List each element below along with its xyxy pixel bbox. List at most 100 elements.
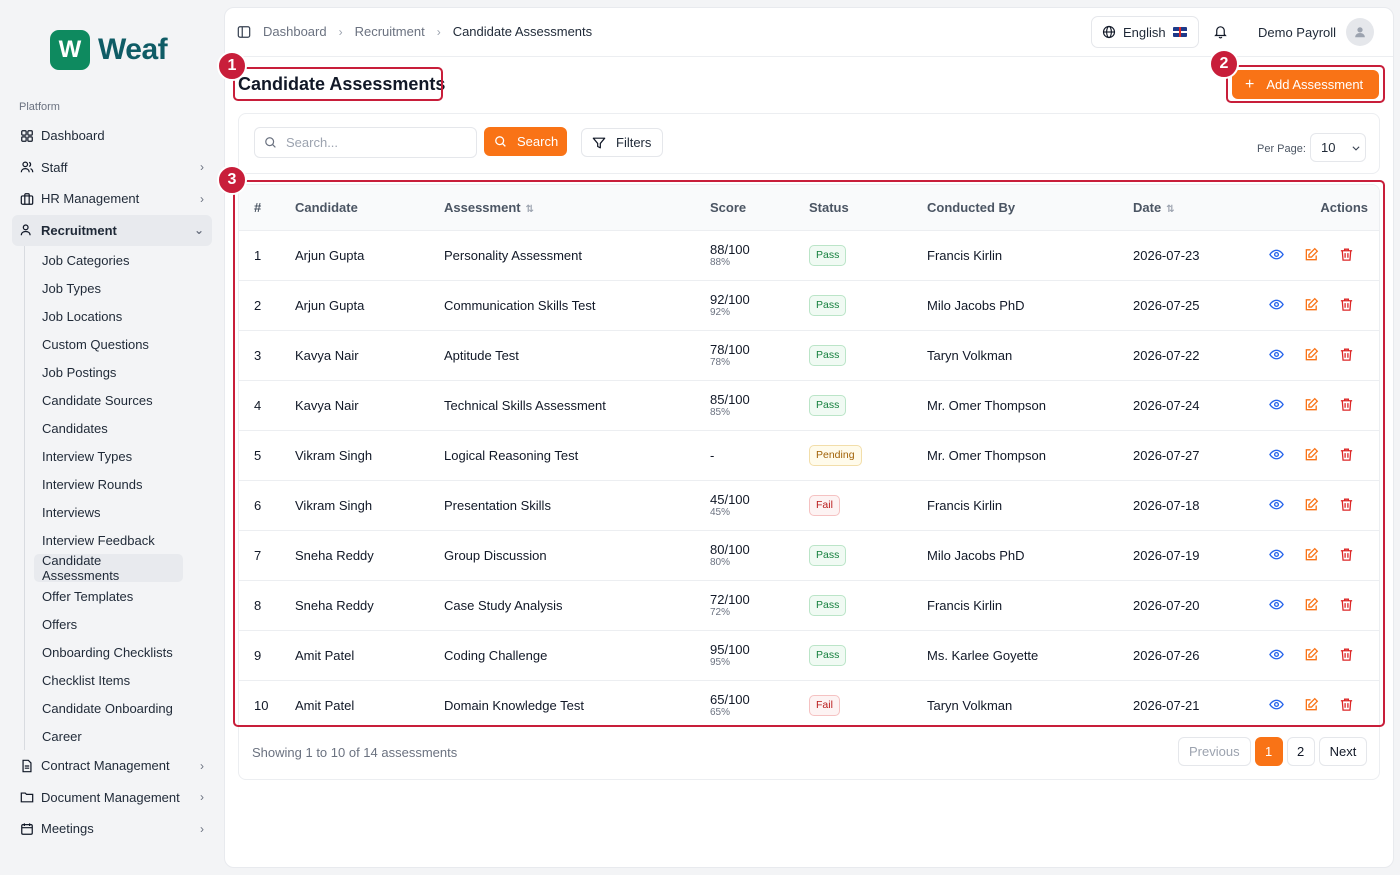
plus-icon: + xyxy=(1245,75,1255,93)
edit-icon[interactable] xyxy=(1304,597,1320,613)
table-row: 2 Arjun Gupta Communication Skills Test 92/… xyxy=(239,279,1379,330)
breadcrumb: Dashboard › Recruitment › Candidate Asse… xyxy=(263,24,592,39)
view-eye-icon[interactable] xyxy=(1269,597,1285,613)
view-eye-icon[interactable] xyxy=(1269,397,1285,413)
page-1-button[interactable]: 1 xyxy=(1254,737,1283,766)
column-header-date-label: Date xyxy=(1133,199,1162,215)
column-header-assessment[interactable]: Assessment ⇅ xyxy=(444,185,710,230)
edit-icon[interactable] xyxy=(1304,497,1320,513)
sidebar-subitem-job-types[interactable]: Job Types xyxy=(34,274,212,302)
delete-trash-icon[interactable] xyxy=(1339,447,1355,463)
delete-trash-icon[interactable] xyxy=(1339,647,1355,663)
column-header-date[interactable]: Date ⇅ xyxy=(1133,185,1266,230)
sidebar-subitem-career[interactable]: Career xyxy=(34,722,212,750)
delete-trash-icon[interactable] xyxy=(1339,697,1355,713)
filters-button[interactable]: Filters xyxy=(581,128,663,157)
sidebar-subitem-offer-templates[interactable]: Offer Templates xyxy=(34,582,212,610)
sidebar-subitem-job-postings[interactable]: Job Postings xyxy=(34,358,212,386)
edit-icon[interactable] xyxy=(1304,297,1320,313)
sort-icon: ⇅ xyxy=(525,203,534,215)
cell-actions xyxy=(1266,229,1379,280)
sidebar-item-contract-management[interactable]: Contract Management › xyxy=(12,750,212,782)
sidebar-item-document-management[interactable]: Document Management › xyxy=(12,782,212,814)
sidebar-subitem-candidates[interactable]: Candidates xyxy=(34,414,212,442)
edit-icon[interactable] xyxy=(1304,397,1320,413)
logo[interactable]: W Weaf xyxy=(50,30,168,70)
cell-conducted-by: Ms. Karlee Goyette xyxy=(927,629,1133,680)
cell-candidate: Arjun Gupta xyxy=(295,279,444,330)
sidebar-toggle-icon[interactable] xyxy=(237,25,251,39)
sidebar-subitem-candidate-sources[interactable]: Candidate Sources xyxy=(34,386,212,414)
sidebar-subitem-checklist-items[interactable]: Checklist Items xyxy=(34,666,212,694)
pagination: Previous 1 2 Next xyxy=(1178,737,1368,766)
edit-icon[interactable] xyxy=(1304,697,1320,713)
cell-date: 2026-07-26 xyxy=(1133,629,1266,680)
delete-trash-icon[interactable] xyxy=(1339,397,1355,413)
sidebar-subitem-candidate-onboarding[interactable]: Candidate Onboarding xyxy=(34,694,212,722)
search-input[interactable] xyxy=(286,135,466,150)
cell-score: 72/100 72% xyxy=(710,579,809,630)
view-eye-icon[interactable] xyxy=(1269,697,1285,713)
delete-trash-icon[interactable] xyxy=(1339,597,1355,613)
sidebar-subitem-onboarding-checklists[interactable]: Onboarding Checklists xyxy=(34,638,212,666)
delete-trash-icon[interactable] xyxy=(1339,247,1355,263)
cell-conducted-by: Taryn Volkman xyxy=(927,679,1133,730)
bell-icon[interactable] xyxy=(1213,24,1229,40)
chevron-right-icon: › xyxy=(200,191,204,206)
cell-candidate: Kavya Nair xyxy=(295,379,444,430)
chevron-right-icon: › xyxy=(200,160,204,175)
sidebar-item-recruitment[interactable]: Recruitment ⌄ xyxy=(12,214,212,246)
cell-number: 6 xyxy=(239,479,295,530)
view-eye-icon[interactable] xyxy=(1269,347,1285,363)
sidebar-item-dashboard[interactable]: Dashboard xyxy=(12,120,212,152)
cell-date: 2026-07-21 xyxy=(1133,679,1266,730)
sidebar-item-label: HR Management xyxy=(41,191,140,207)
sidebar-subitem-interview-types[interactable]: Interview Types xyxy=(34,442,212,470)
view-eye-icon[interactable] xyxy=(1269,497,1285,513)
main-panel: Dashboard › Recruitment › Candidate Asse… xyxy=(224,7,1394,868)
search-button[interactable]: Search xyxy=(484,127,567,156)
sidebar-subitem-interviews[interactable]: Interviews xyxy=(34,498,212,526)
sidebar-subitem-job-categories[interactable]: Job Categories xyxy=(34,246,212,274)
cell-score: 85/100 85% xyxy=(710,379,809,430)
delete-trash-icon[interactable] xyxy=(1339,347,1355,363)
sidebar-item-meetings[interactable]: Meetings › xyxy=(12,813,212,845)
sidebar-subitem-custom-questions[interactable]: Custom Questions xyxy=(34,330,212,358)
view-eye-icon[interactable] xyxy=(1269,247,1285,263)
view-eye-icon[interactable] xyxy=(1269,297,1285,313)
file-icon xyxy=(20,759,34,773)
user-menu[interactable]: Demo Payroll xyxy=(1258,18,1375,46)
next-page-button[interactable]: Next xyxy=(1318,737,1368,766)
sidebar-subitem-job-locations[interactable]: Job Locations xyxy=(34,302,212,330)
view-eye-icon[interactable] xyxy=(1269,647,1285,663)
language-selector[interactable]: English xyxy=(1091,16,1199,48)
avatar xyxy=(1346,18,1375,46)
edit-icon[interactable] xyxy=(1304,647,1320,663)
edit-icon[interactable] xyxy=(1304,347,1320,363)
table-row: 10 Amit Patel Domain Knowledge Test 65/100 6… xyxy=(239,679,1379,730)
delete-trash-icon[interactable] xyxy=(1339,297,1355,313)
status-badge: Pass xyxy=(809,644,847,666)
delete-trash-icon[interactable] xyxy=(1339,497,1355,513)
view-eye-icon[interactable] xyxy=(1269,447,1285,463)
page-2-button[interactable]: 2 xyxy=(1286,737,1315,766)
breadcrumb-dashboard[interactable]: Dashboard xyxy=(263,24,327,39)
view-eye-icon[interactable] xyxy=(1269,547,1285,563)
edit-icon[interactable] xyxy=(1304,247,1320,263)
sidebar-subitem-candidate-assessments[interactable]: Candidate Assessments xyxy=(34,553,183,583)
sidebar-subitem-interview-rounds[interactable]: Interview Rounds xyxy=(34,470,212,498)
per-page-select[interactable]: 10 xyxy=(1310,133,1366,162)
edit-icon[interactable] xyxy=(1304,547,1320,563)
delete-trash-icon[interactable] xyxy=(1339,547,1355,563)
score-value: 78/100 xyxy=(710,341,750,357)
edit-icon[interactable] xyxy=(1304,447,1320,463)
cell-score: 80/100 80% xyxy=(710,529,809,580)
sidebar-item-hr-management[interactable]: HR Management › xyxy=(12,183,212,215)
sidebar-subitem-interview-feedback[interactable]: Interview Feedback xyxy=(34,526,212,554)
filter-bar: Search Filters Per Page: 10 xyxy=(238,113,1380,174)
sidebar-item-staff[interactable]: Staff › xyxy=(12,152,212,184)
previous-page-button[interactable]: Previous xyxy=(1178,737,1251,766)
sidebar-subitem-offers[interactable]: Offers xyxy=(34,610,212,638)
breadcrumb-recruitment[interactable]: Recruitment xyxy=(355,24,425,39)
add-assessment-button[interactable]: + Add Assessment xyxy=(1232,70,1379,99)
